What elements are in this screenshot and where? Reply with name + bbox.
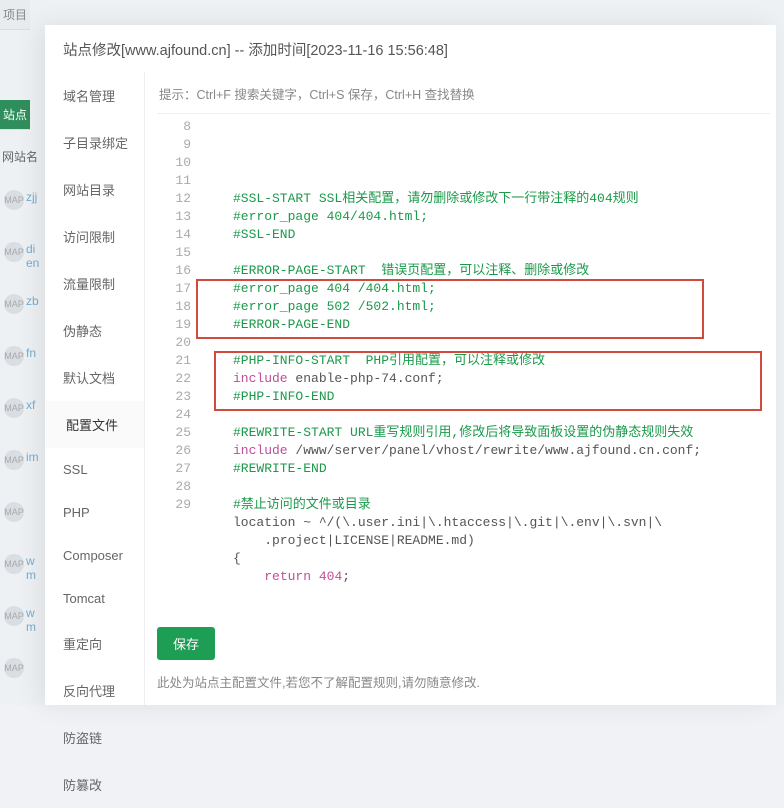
- code-line[interactable]: [201, 406, 770, 424]
- line-number: 19: [157, 316, 201, 334]
- line-number: 28: [157, 478, 201, 496]
- code-line[interactable]: {: [201, 550, 770, 568]
- code-line[interactable]: #PHP-INFO-END: [201, 388, 770, 406]
- sidebar-item[interactable]: 网站目录: [45, 166, 144, 213]
- code-line[interactable]: #ERROR-PAGE-START 错误页配置，可以注释、删除或修改: [201, 262, 770, 280]
- waf-badge: MAP: [4, 190, 24, 210]
- waf-badge: MAP: [4, 658, 24, 678]
- line-number: 14: [157, 226, 201, 244]
- bg-site-name[interactable]: fn: [26, 346, 36, 360]
- sidebar-item[interactable]: 重定向: [45, 620, 144, 667]
- sidebar-item[interactable]: 默认文档: [45, 354, 144, 401]
- waf-badge: MAP: [4, 502, 24, 522]
- waf-badge: MAP: [4, 450, 24, 470]
- code-line[interactable]: include enable-php-74.conf;: [201, 370, 770, 388]
- bg-site-name[interactable]: w m: [26, 606, 36, 634]
- line-number: 16: [157, 262, 201, 280]
- editor-hint: 提示：Ctrl+F 搜索关键字，Ctrl+S 保存，Ctrl+H 查找替换: [157, 72, 770, 113]
- sidebar-item[interactable]: Composer: [45, 534, 144, 577]
- sidebar-item[interactable]: PHP: [45, 491, 144, 534]
- sidebar-item[interactable]: 防篡改: [45, 761, 144, 808]
- code-line[interactable]: #PHP-INFO-START PHP引用配置，可以注释或修改: [201, 352, 770, 370]
- code-line[interactable]: #REWRITE-START URL重写规则引用,修改后将导致面板设置的伪静态规…: [201, 424, 770, 442]
- line-number: 18: [157, 298, 201, 316]
- line-number: 12: [157, 190, 201, 208]
- bg-site-name[interactable]: w m: [26, 554, 36, 582]
- bg-tab-sites[interactable]: 站点: [0, 100, 30, 130]
- waf-badge: MAP: [4, 242, 24, 262]
- bg-site-name[interactable]: zb: [26, 294, 39, 308]
- waf-badge: MAP: [4, 398, 24, 418]
- line-number: 22: [157, 370, 201, 388]
- sidebar-item[interactable]: 子目录绑定: [45, 119, 144, 166]
- line-number: 8: [157, 118, 201, 136]
- line-number: 15: [157, 244, 201, 262]
- line-number: 10: [157, 154, 201, 172]
- code-line[interactable]: location ~ ^/(\.user.ini|\.htaccess|\.gi…: [201, 514, 770, 532]
- code-line[interactable]: return 404;: [201, 568, 770, 586]
- bg-site-name[interactable]: im: [26, 450, 39, 464]
- bg-site-name[interactable]: xf: [26, 398, 35, 412]
- modal-sidebar: 域名管理子目录绑定网站目录访问限制流量限制伪静态默认文档配置文件SSLPHPCo…: [45, 72, 145, 705]
- sidebar-item[interactable]: 伪静态: [45, 307, 144, 354]
- line-number: 20: [157, 334, 201, 352]
- waf-badge: MAP: [4, 346, 24, 366]
- line-number: 23: [157, 388, 201, 406]
- code-line[interactable]: [201, 334, 770, 352]
- line-number: 11: [157, 172, 201, 190]
- sidebar-item[interactable]: SSL: [45, 448, 144, 491]
- sidebar-item[interactable]: 流量限制: [45, 260, 144, 307]
- bg-site-name[interactable]: zjj: [26, 190, 37, 204]
- line-number: 24: [157, 406, 201, 424]
- sidebar-item[interactable]: 反向代理: [45, 667, 144, 714]
- line-number: 26: [157, 442, 201, 460]
- code-line[interactable]: #SSL-START SSL相关配置，请勿删除或修改下一行带注释的404规则: [201, 190, 770, 208]
- line-number: 17: [157, 280, 201, 298]
- code-line[interactable]: .project|LICENSE|README.md): [201, 532, 770, 550]
- waf-badge: MAP: [4, 554, 24, 574]
- code-line[interactable]: #error_page 502 /502.html;: [201, 298, 770, 316]
- waf-badge: MAP: [4, 606, 24, 626]
- line-number: 29: [157, 496, 201, 514]
- code-line[interactable]: #error_page 404 /404.html;: [201, 280, 770, 298]
- code-line[interactable]: #SSL-END: [201, 226, 770, 244]
- editor-note: 此处为站点主配置文件,若您不了解配置规则,请勿随意修改.: [157, 668, 770, 705]
- sidebar-item[interactable]: 配置文件: [45, 401, 144, 448]
- code-line[interactable]: [201, 244, 770, 262]
- sidebar-item[interactable]: 访问限制: [45, 213, 144, 260]
- sidebar-item[interactable]: 域名管理: [45, 72, 144, 119]
- sidebar-item[interactable]: 防盗链: [45, 714, 144, 761]
- code-line[interactable]: [201, 478, 770, 496]
- modal-title: 站点修改[www.ajfound.cn] -- 添加时间[2023-11-16 …: [45, 25, 776, 72]
- line-number: 13: [157, 208, 201, 226]
- code-line[interactable]: #error_page 404/404.html;: [201, 208, 770, 226]
- code-line[interactable]: #REWRITE-END: [201, 460, 770, 478]
- code-line[interactable]: #禁止访问的文件或目录: [201, 496, 770, 514]
- config-editor[interactable]: 8910111213141516171819202122232425262728…: [157, 113, 770, 615]
- line-number: 21: [157, 352, 201, 370]
- bg-site-name[interactable]: di en: [26, 242, 39, 270]
- code-line[interactable]: #ERROR-PAGE-END: [201, 316, 770, 334]
- sidebar-item[interactable]: Tomcat: [45, 577, 144, 620]
- save-button[interactable]: 保存: [157, 627, 215, 660]
- editor-code[interactable]: #SSL-START SSL相关配置，请勿删除或修改下一行带注释的404规则#e…: [201, 114, 770, 615]
- line-number: 25: [157, 424, 201, 442]
- line-number: 27: [157, 460, 201, 478]
- site-edit-modal: 站点修改[www.ajfound.cn] -- 添加时间[2023-11-16 …: [45, 25, 776, 705]
- waf-badge: MAP: [4, 294, 24, 314]
- bg-tab-projects[interactable]: 项目: [0, 0, 30, 30]
- editor-gutter: 8910111213141516171819202122232425262728…: [157, 114, 201, 615]
- code-line[interactable]: include /www/server/panel/vhost/rewrite/…: [201, 442, 770, 460]
- bg-col-site-name: 网站名: [2, 148, 38, 165]
- line-number: 9: [157, 136, 201, 154]
